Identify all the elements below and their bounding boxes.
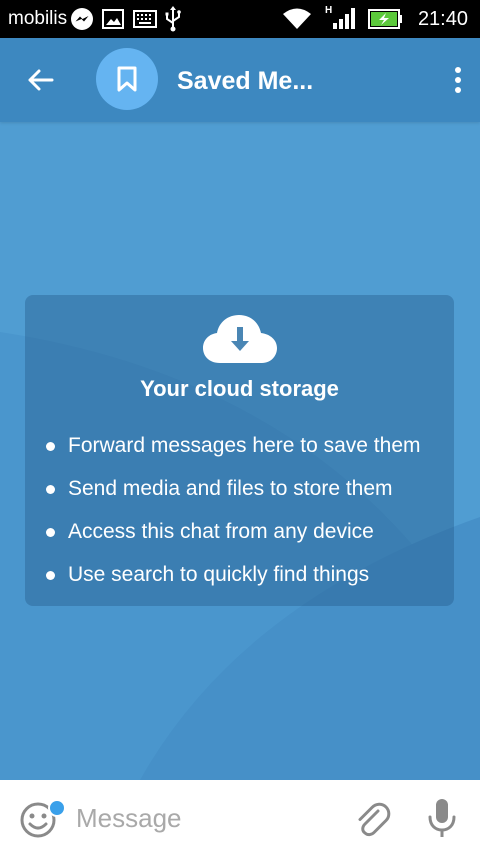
battery-charging-icon (368, 9, 404, 34)
emoji-button[interactable] (18, 799, 66, 839)
more-vertical-icon (455, 67, 461, 93)
status-bar: mobilis H 21:40 (0, 0, 480, 38)
back-button[interactable] (18, 58, 62, 102)
message-composer (0, 780, 480, 854)
messenger-icon (70, 7, 94, 36)
telegram-screen: mobilis H 21:40 Saved Me... Your cloud s… (0, 0, 480, 854)
feature-item-forward: Forward messages here to save them (45, 431, 421, 474)
usb-icon (164, 6, 182, 37)
keyboard-icon (133, 9, 157, 34)
carrier-name: mobilis (8, 8, 68, 29)
network-type-label: H (325, 5, 332, 16)
arrow-left-icon (28, 69, 54, 91)
wifi-icon (282, 7, 312, 36)
card-title: Your cloud storage (140, 376, 339, 401)
more-options-button[interactable] (418, 58, 462, 102)
feature-item-search: Use search to quickly find things (45, 560, 421, 603)
chat-avatar[interactable] (96, 48, 158, 110)
paperclip-icon (358, 802, 391, 837)
clock: 21:40 (417, 8, 468, 30)
notification-dot (48, 799, 66, 817)
cloud-download-icon (203, 315, 277, 363)
chat-area: Your cloud storage Forward messages here… (0, 122, 480, 780)
bookmark-icon (117, 66, 137, 92)
chat-header: Saved Me... (0, 38, 480, 122)
attach-button[interactable] (352, 798, 392, 838)
feature-item-send-media: Send media and files to store them (45, 474, 421, 517)
signal-icon: H (323, 4, 355, 37)
feature-list: Forward messages here to save them Send … (45, 431, 421, 603)
gallery-icon (102, 9, 124, 34)
feature-item-access: Access this chat from any device (45, 517, 421, 560)
message-input[interactable] (76, 798, 336, 838)
microphone-icon (428, 799, 456, 837)
microphone-button[interactable] (424, 796, 460, 840)
chat-title[interactable]: Saved Me... (177, 66, 313, 96)
cloud-storage-card: Your cloud storage Forward messages here… (25, 295, 454, 606)
